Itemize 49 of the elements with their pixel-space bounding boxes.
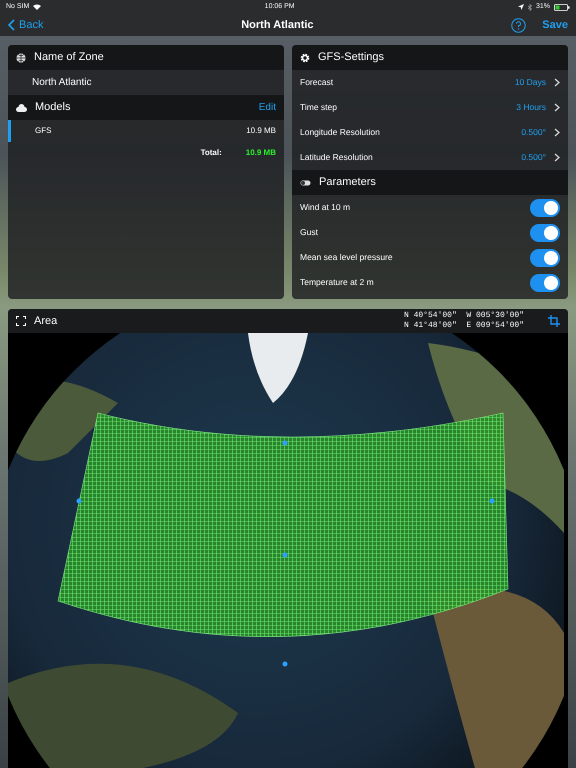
toggle-icon [300,180,311,186]
parameter-label: Mean sea level pressure [300,251,393,264]
setting-label: Forecast [300,76,334,89]
expand-icon[interactable] [16,316,26,326]
chevron-icon [554,153,560,162]
coordinate-text: N 40°54'00" W 005°30'00" [404,311,524,321]
total-size: 10.9 MB [246,147,276,159]
parameter-label: Temperature at 2 m [300,276,374,289]
page-title: North Atlantic [241,18,314,33]
setting-value[interactable]: 3 Hours [516,101,546,114]
chevron-icon [554,78,560,87]
total-label: Total: [200,147,222,159]
section-header: Name of Zone [34,50,104,66]
setting-label: Longitude Resolution [300,126,380,139]
toggle-switch[interactable] [530,198,560,216]
globe-icon [16,52,26,62]
section-header: Area [34,314,58,329]
wifi-icon [33,4,42,10]
setting-label: Time step [300,101,338,114]
edit-button[interactable]: Edit [258,100,276,115]
back-button[interactable]: Back [8,16,44,34]
battery-icon [554,4,570,10]
setting-value[interactable]: 0.500° [521,151,546,164]
coordinate-text: N 41°48'00" E 009°54'00" [404,321,524,331]
zone-name: North Atlantic [32,76,92,90]
globe-map-drawing[interactable] [8,333,564,768]
section-header: Parameters [319,175,376,190]
toggle-switch[interactable] [530,274,560,292]
help-icon[interactable] [511,18,526,32]
location-arrow-icon [518,4,524,10]
chevron-left-icon [8,19,15,31]
parameter-label: Gust [300,226,318,239]
chevron-icon [554,103,560,112]
cloud-icon [16,104,27,112]
model-name: GFS [35,125,52,137]
settings-icon [300,52,310,62]
model-size: 10.9 MB [246,125,276,137]
parameter-label: Wind at 10 m [300,201,350,214]
save-button[interactable]: Save [542,16,568,34]
crop-icon[interactable] [548,315,560,327]
section-header: Models [35,100,70,116]
setting-value[interactable]: 0.500° [521,126,546,139]
setting-label: Latitude Resolution [300,151,373,164]
setting-value[interactable]: 10 Days [514,76,546,89]
bluetooth-icon [528,4,532,10]
chevron-icon [554,128,560,137]
toggle-switch[interactable] [530,224,560,242]
toggle-switch[interactable] [530,248,560,266]
section-header: GFS-Settings [318,50,384,66]
